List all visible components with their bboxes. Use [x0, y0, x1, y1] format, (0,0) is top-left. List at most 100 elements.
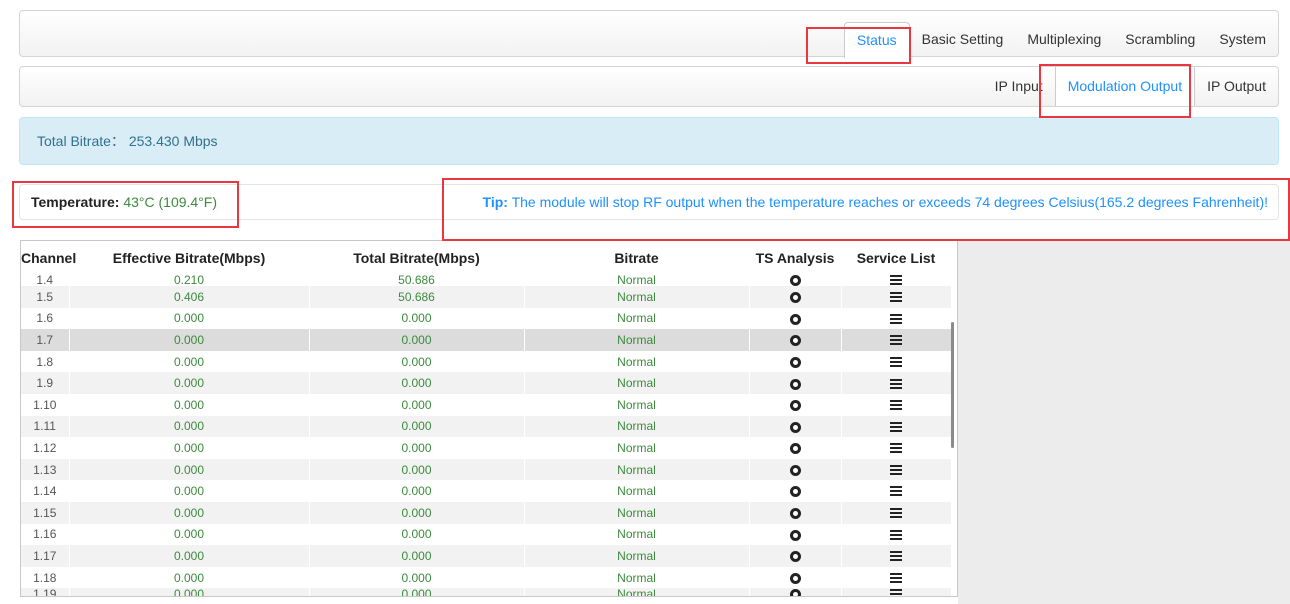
list-icon[interactable] [890, 529, 902, 541]
eye-icon[interactable] [789, 443, 801, 455]
list-icon[interactable] [890, 292, 902, 304]
cell-total-bitrate: 0.000 [309, 307, 525, 330]
list-icon[interactable] [890, 400, 902, 412]
cell-service-list [841, 523, 952, 546]
cell-bitrate: Normal [524, 437, 750, 459]
list-icon[interactable] [890, 464, 902, 476]
table-scrollbar[interactable] [951, 322, 954, 448]
tab-system[interactable]: System [1207, 22, 1278, 58]
table-row: 1.5 0.406 50.686 Normal [21, 286, 952, 308]
cell-bitrate: Normal [524, 393, 750, 416]
eye-icon[interactable] [789, 378, 801, 390]
cell-total-bitrate: 0.000 [309, 350, 525, 373]
eye-icon[interactable] [789, 551, 801, 563]
cell-bitrate: Normal [524, 329, 750, 351]
main-tabs: Status Basic Setting Multiplexing Scramb… [843, 11, 1278, 58]
cell-service-list [841, 480, 952, 502]
list-icon[interactable] [890, 335, 902, 347]
cell-ts-analysis [749, 393, 842, 416]
header-effective-bitrate: Effective Bitrate(Mbps) [69, 241, 309, 274]
eye-icon[interactable] [789, 486, 801, 498]
list-icon[interactable] [890, 378, 902, 390]
cell-ts-analysis [749, 523, 842, 546]
list-icon[interactable] [890, 588, 902, 596]
temperature-panel: Temperature: 43°C (109.4°F) Tip: The mod… [19, 184, 1279, 220]
temperature-label: Temperature: [31, 194, 120, 210]
cell-channel: 1.14 [21, 480, 70, 502]
header-channel: Channel [21, 241, 76, 274]
tab-ip-input[interactable]: IP Input [983, 67, 1055, 106]
cell-total-bitrate: 0.000 [309, 372, 525, 394]
cell-bitrate: Normal [524, 372, 750, 394]
cell-total-bitrate: 0.000 [309, 523, 525, 546]
cell-bitrate: Normal [524, 286, 750, 308]
table-row: 1.14 0.000 0.000 Normal [21, 480, 952, 502]
cell-channel: 1.15 [21, 501, 70, 524]
tab-modulation-output[interactable]: Modulation Output [1054, 67, 1196, 106]
tab-ip-output[interactable]: IP Output [1195, 67, 1278, 106]
cell-channel: 1.8 [21, 350, 70, 373]
cell-bitrate: Normal [524, 545, 750, 567]
eye-icon[interactable] [789, 274, 801, 286]
cell-effective-bitrate: 0.000 [69, 523, 310, 546]
cell-ts-analysis [749, 458, 842, 481]
cell-bitrate: Normal [524, 350, 750, 373]
list-icon[interactable] [890, 572, 902, 584]
list-icon[interactable] [890, 356, 902, 368]
cell-effective-bitrate: 0.000 [69, 372, 310, 394]
tab-multiplexing[interactable]: Multiplexing [1015, 22, 1113, 58]
cell-service-list [841, 274, 952, 286]
list-icon[interactable] [890, 551, 902, 563]
list-icon[interactable] [890, 486, 902, 498]
cell-total-bitrate: 0.000 [309, 588, 525, 596]
eye-icon[interactable] [789, 313, 801, 325]
eye-icon[interactable] [789, 464, 801, 476]
eye-icon[interactable] [789, 572, 801, 584]
eye-icon[interactable] [789, 335, 801, 347]
cell-total-bitrate: 0.000 [309, 545, 525, 567]
tab-scrambling[interactable]: Scrambling [1113, 22, 1207, 58]
channel-table: Channel Effective Bitrate(Mbps) Total Bi… [21, 241, 952, 596]
tab-basic-setting[interactable]: Basic Setting [910, 22, 1016, 58]
cell-channel: 1.5 [21, 286, 70, 308]
header-bitrate: Bitrate [524, 241, 749, 274]
eye-icon[interactable] [789, 508, 801, 520]
eye-icon[interactable] [789, 400, 801, 412]
table-row: 1.13 0.000 0.000 Normal [21, 458, 952, 481]
list-icon[interactable] [890, 421, 902, 433]
cell-bitrate: Normal [524, 307, 750, 330]
cell-bitrate: Normal [524, 480, 750, 502]
cell-ts-analysis [749, 588, 842, 596]
eye-icon[interactable] [789, 421, 801, 433]
list-icon[interactable] [890, 508, 902, 520]
sub-tabs: IP Input Modulation Output IP Output [983, 67, 1278, 106]
table-row: 1.9 0.000 0.000 Normal [21, 372, 952, 394]
table-row: 1.16 0.000 0.000 Normal [21, 523, 952, 546]
cell-service-list [841, 372, 952, 394]
cell-total-bitrate: 0.000 [309, 501, 525, 524]
eye-icon[interactable] [789, 292, 801, 304]
eye-icon[interactable] [789, 529, 801, 541]
tab-status[interactable]: Status [843, 22, 910, 58]
list-icon[interactable] [890, 313, 902, 325]
sub-navbar: IP Input Modulation Output IP Output [19, 66, 1279, 107]
cell-effective-bitrate: 0.000 [69, 588, 310, 596]
eye-icon[interactable] [789, 588, 801, 596]
tip-text: The module will stop RF output when the … [511, 194, 1268, 210]
cell-channel: 1.10 [21, 393, 70, 416]
list-icon[interactable] [890, 443, 902, 455]
table-row: 1.12 0.000 0.000 Normal [21, 437, 952, 459]
cell-channel: 1.4 [21, 274, 70, 286]
table-body: 1.4 0.210 50.686 Normal 1.5 0.406 50.686 Normal… [21, 274, 952, 596]
list-icon[interactable] [890, 274, 902, 286]
eye-icon[interactable] [789, 356, 801, 368]
cell-effective-bitrate: 0.000 [69, 393, 310, 416]
cell-service-list [841, 393, 952, 416]
cell-service-list [841, 307, 952, 330]
channel-table-container[interactable]: Channel Effective Bitrate(Mbps) Total Bi… [20, 240, 958, 597]
cell-bitrate: Normal [524, 501, 750, 524]
cell-effective-bitrate: 0.000 [69, 350, 310, 373]
header-total-bitrate: Total Bitrate(Mbps) [309, 241, 524, 274]
total-bitrate-label: Total Bitrate： [37, 133, 125, 149]
cell-bitrate: Normal [524, 415, 750, 438]
